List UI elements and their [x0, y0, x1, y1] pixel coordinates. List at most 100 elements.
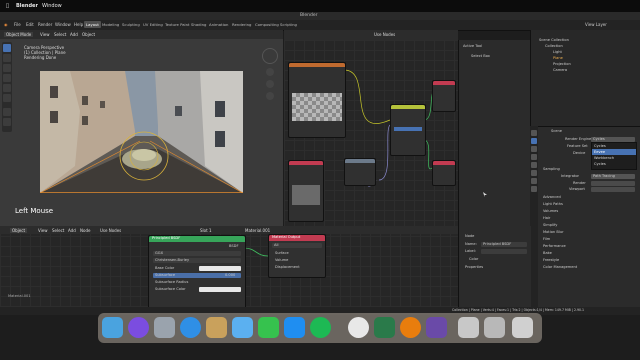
- tab-scripting[interactable]: Scripting: [278, 21, 299, 28]
- output-node-bottom[interactable]: [432, 160, 456, 186]
- surface-socket[interactable]: Surface: [275, 251, 289, 256]
- menu-render[interactable]: Render: [38, 22, 52, 27]
- use-nodes-toggle[interactable]: Use Nodes: [374, 32, 395, 37]
- dock-app-icon[interactable]: [374, 317, 395, 338]
- mode-selector[interactable]: Object Mode: [4, 32, 34, 37]
- panel-freestyle[interactable]: Freestyle: [543, 258, 559, 263]
- transform-icon[interactable]: [3, 94, 11, 102]
- node-label-field[interactable]: [481, 249, 527, 254]
- measure-icon[interactable]: [3, 118, 11, 126]
- facetime-icon[interactable]: [258, 317, 279, 338]
- viewport-menu-object[interactable]: Object: [82, 32, 95, 37]
- output-tab-icon[interactable]: [531, 146, 537, 152]
- app-menu[interactable]: Blender: [16, 3, 38, 9]
- rotate-icon[interactable]: [3, 74, 11, 82]
- panel-film[interactable]: Film: [543, 237, 550, 242]
- siri-icon[interactable]: [128, 317, 149, 338]
- tab-animation[interactable]: Animation: [207, 21, 230, 28]
- dock-app-2-icon[interactable]: [426, 317, 447, 338]
- distribution-select[interactable]: GGX: [153, 251, 241, 256]
- viewport-menu-view[interactable]: View: [40, 32, 50, 37]
- downloads-stack-icon[interactable]: [458, 317, 479, 338]
- annotate-icon[interactable]: [3, 108, 11, 116]
- panel-bake[interactable]: Bake: [543, 251, 552, 256]
- bsdf-output-socket[interactable]: BSDF: [229, 244, 239, 249]
- panel-hair[interactable]: Hair: [543, 216, 550, 221]
- subsurface-method-select[interactable]: Christensen-Burley: [153, 258, 241, 263]
- chrome-icon[interactable]: [348, 317, 369, 338]
- scene-tab-icon[interactable]: [531, 162, 537, 168]
- finder-icon[interactable]: [102, 317, 123, 338]
- panel-performance[interactable]: Performance: [543, 244, 566, 249]
- hand-pan-icon[interactable]: [266, 80, 274, 88]
- window-menu[interactable]: Window: [42, 3, 62, 9]
- node-color-panel[interactable]: Color: [469, 257, 478, 262]
- material-tab-icon[interactable]: [531, 186, 537, 192]
- menu-file[interactable]: File: [14, 22, 21, 27]
- subsurface-color-swatch[interactable]: [199, 287, 241, 292]
- messages-icon[interactable]: [232, 317, 253, 338]
- notes-app-icon[interactable]: [206, 317, 227, 338]
- mix-node[interactable]: [390, 104, 426, 156]
- tab-shading[interactable]: Shading: [189, 21, 208, 28]
- blender-icon[interactable]: [400, 317, 421, 338]
- world-tab-icon[interactable]: [531, 170, 537, 176]
- viewport-menu-select[interactable]: Select: [54, 32, 66, 37]
- menu-edit[interactable]: Edit: [26, 22, 34, 27]
- view-layer-label[interactable]: View Layer: [585, 22, 607, 27]
- panel-volumes[interactable]: Volumes: [543, 209, 558, 214]
- output-target-select[interactable]: All: [272, 243, 322, 248]
- material-output-node[interactable]: Material Output All Surface Volume Displ…: [268, 234, 326, 278]
- blender-logo-icon[interactable]: ◉: [4, 22, 8, 27]
- tab-compositing[interactable]: Compositing: [253, 21, 281, 28]
- tab-texture-paint[interactable]: Texture Paint: [163, 21, 192, 28]
- outliner-item[interactable]: Collection: [545, 44, 563, 49]
- cursor-icon[interactable]: [3, 54, 11, 62]
- tool-tab-icon[interactable]: [531, 130, 537, 136]
- panel-sampling[interactable]: Sampling: [543, 167, 560, 172]
- object-tab-icon[interactable]: [531, 178, 537, 184]
- principled-bsdf-node[interactable]: Principled BSDF BSDF GGX Christensen-Bur…: [148, 235, 246, 309]
- image-texture-node[interactable]: [288, 62, 346, 138]
- base-color-swatch[interactable]: [199, 266, 241, 271]
- panel-simplify[interactable]: Simplify: [543, 223, 557, 228]
- panel-light-paths[interactable]: Light Paths: [543, 202, 563, 207]
- outliner-item[interactable]: Projection: [553, 62, 571, 67]
- outliner-item[interactable]: Scene Collection: [539, 38, 569, 43]
- spotify-icon[interactable]: [310, 317, 331, 338]
- outliner-item[interactable]: Camera: [553, 68, 567, 73]
- image-node-bottom[interactable]: [288, 160, 324, 222]
- view-layer-tab-icon[interactable]: [531, 154, 537, 160]
- trash-icon[interactable]: [512, 317, 533, 338]
- menu-window[interactable]: Window: [55, 22, 71, 27]
- displacement-socket[interactable]: Displacement: [275, 265, 300, 270]
- move-icon[interactable]: [3, 64, 11, 72]
- camera-view-icon[interactable]: [266, 92, 274, 100]
- folder-stack-icon[interactable]: [484, 317, 505, 338]
- subsurface-slider[interactable]: Subsurface 0.000: [153, 273, 241, 278]
- node-editor[interactable]: [284, 40, 458, 226]
- navigation-gizmo-icon[interactable]: [262, 48, 278, 64]
- viewport-menu-add[interactable]: Add: [70, 32, 78, 37]
- dropdown-option[interactable]: Cycles: [592, 161, 636, 167]
- tab-modeling[interactable]: Modeling: [100, 21, 121, 28]
- outliner-item[interactable]: Light: [553, 50, 562, 55]
- sidebar-tab-active-tool[interactable]: Active Tool: [463, 44, 482, 49]
- apple-icon[interactable]: : [6, 3, 9, 9]
- outliner-item[interactable]: Plane: [553, 56, 563, 61]
- render-tab-icon[interactable]: [531, 138, 537, 144]
- app-store-icon[interactable]: [284, 317, 305, 338]
- tab-sculpting[interactable]: Sculpting: [120, 21, 142, 28]
- node-properties-panel[interactable]: Properties: [465, 265, 483, 270]
- output-node-top[interactable]: [432, 80, 456, 112]
- integrator-select[interactable]: Path Tracing: [591, 174, 635, 179]
- render-engine-dropdown[interactable]: Cycles Eevee Workbench Cycles: [591, 142, 637, 170]
- menu-help[interactable]: Help: [74, 22, 83, 27]
- panel-color-management[interactable]: Color Management: [543, 265, 577, 270]
- tab-rendering[interactable]: Rendering: [230, 21, 253, 28]
- viewport-samples-field[interactable]: [591, 187, 635, 192]
- tab-uv-editing[interactable]: UV Editing: [141, 21, 165, 28]
- node-name-field[interactable]: Principled BSDF: [481, 242, 527, 247]
- scale-icon[interactable]: [3, 84, 11, 92]
- zoom-icon[interactable]: [266, 68, 274, 76]
